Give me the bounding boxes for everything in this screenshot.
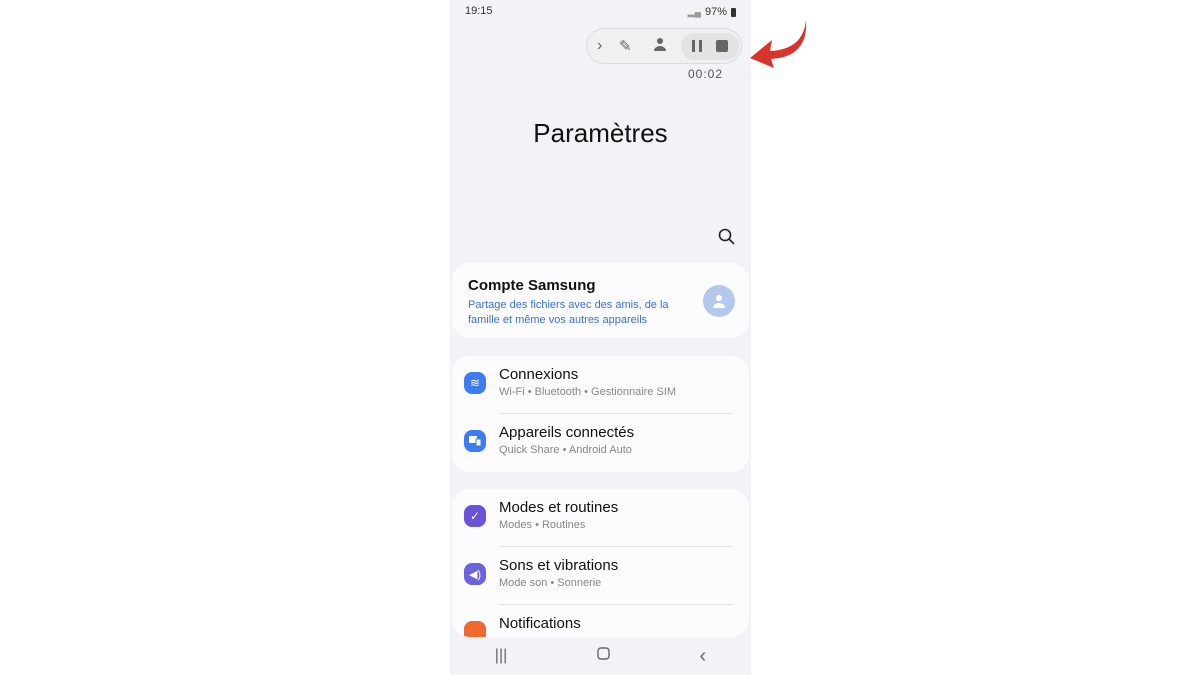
item-description: Mode son • Sonnerie bbox=[499, 577, 602, 589]
item-description: Quick Share • Android Auto bbox=[499, 444, 632, 456]
phone-screen: 19:15 ▂▄ 97% › ✎ 00:02 Paramètres Compte … bbox=[450, 0, 751, 675]
status-bar: 19:15 ▂▄ 97% bbox=[465, 5, 736, 19]
item-label: Appareils connectés bbox=[499, 424, 635, 441]
page-title: Paramètres bbox=[533, 118, 668, 148]
signal-icon: ▂▄ bbox=[687, 6, 701, 17]
battery-icon bbox=[731, 7, 736, 17]
account-title: Compte Samsung bbox=[468, 277, 596, 294]
check-circle-icon: ✓ bbox=[464, 505, 486, 527]
pause-icon[interactable] bbox=[692, 40, 702, 52]
account-subtitle: Partage des fichiers avec des amis, de l… bbox=[468, 299, 669, 326]
home-icon[interactable] bbox=[597, 647, 610, 665]
settings-item-connected-devices[interactable]: Appareils connectés Quick Share • Androi… bbox=[452, 414, 749, 472]
item-label: Modes et routines bbox=[499, 499, 619, 516]
battery-level: 97% bbox=[704, 6, 727, 18]
status-time: 19:15 bbox=[465, 5, 493, 17]
item-label: Connexions bbox=[499, 366, 579, 383]
search-icon[interactable] bbox=[718, 228, 735, 250]
back-icon[interactable]: ‹ bbox=[699, 645, 706, 668]
person-icon[interactable] bbox=[653, 37, 667, 51]
recent-apps-icon[interactable]: ||| bbox=[495, 647, 507, 665]
settings-item-connexions[interactable]: ≋ Connexions Wi-Fi • Bluetooth • Gestion… bbox=[452, 356, 749, 414]
settings-item-notifications[interactable]: Notifications bbox=[452, 605, 749, 637]
pencil-icon[interactable]: ✎ bbox=[619, 37, 632, 55]
chevron-right-icon[interactable]: › bbox=[597, 37, 602, 55]
speaker-icon: ◀) bbox=[464, 563, 486, 585]
settings-group-2: ✓ Modes et routines Modes • Routines ◀) … bbox=[452, 489, 749, 637]
recording-timer: 00:02 bbox=[688, 67, 724, 81]
devices-icon bbox=[464, 430, 486, 452]
notification-icon bbox=[464, 621, 486, 637]
avatar bbox=[703, 285, 735, 317]
settings-item-modes-routines[interactable]: ✓ Modes et routines Modes • Routines bbox=[452, 489, 749, 547]
annotation-arrow-icon bbox=[750, 20, 807, 68]
item-description: Wi-Fi • Bluetooth • Gestionnaire SIM bbox=[499, 386, 677, 398]
samsung-account-card[interactable]: Compte Samsung Partage des fichiers avec… bbox=[452, 263, 749, 338]
item-description: Modes • Routines bbox=[499, 519, 586, 531]
item-label: Sons et vibrations bbox=[499, 557, 619, 574]
settings-item-sounds[interactable]: ◀) Sons et vibrations Mode son • Sonneri… bbox=[452, 547, 749, 605]
stop-icon[interactable] bbox=[716, 40, 728, 52]
navigation-bar: ||| ‹ bbox=[450, 637, 751, 675]
settings-group-1: ≋ Connexions Wi-Fi • Bluetooth • Gestion… bbox=[452, 356, 749, 472]
screen-recorder-toolbar: › ✎ bbox=[586, 28, 742, 64]
wifi-icon: ≋ bbox=[464, 372, 486, 394]
item-label: Notifications bbox=[499, 615, 581, 632]
